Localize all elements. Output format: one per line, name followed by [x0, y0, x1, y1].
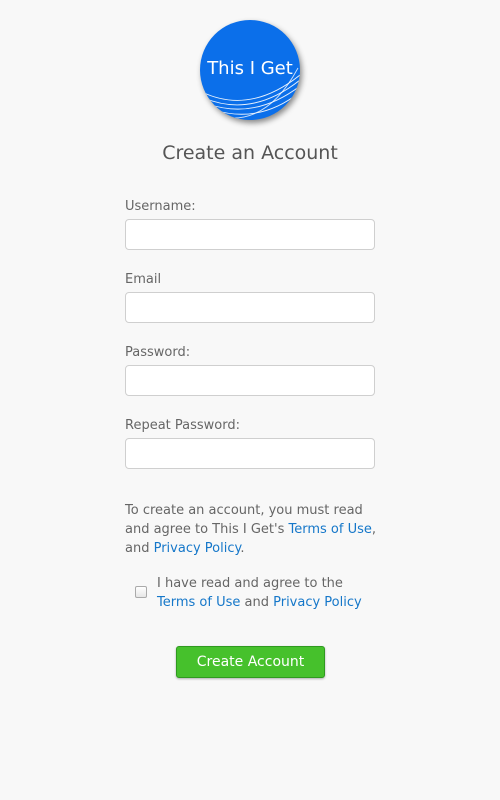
site-logo: This I Get: [200, 20, 300, 120]
password-label: Password:: [125, 345, 191, 360]
logo-text: This I Get: [207, 58, 293, 79]
notice-privacy-link[interactable]: Privacy Policy: [154, 541, 241, 556]
agreement-text-middle: and: [240, 595, 274, 610]
email-input[interactable]: [125, 292, 375, 323]
agreement-terms-link[interactable]: Terms of Use: [157, 595, 240, 610]
repeat-password-label: Repeat Password:: [125, 418, 240, 433]
agree-checkbox[interactable]: [135, 586, 147, 598]
agreement-text-before: I have read and agree to the: [157, 576, 343, 591]
repeat-password-input[interactable]: [125, 438, 375, 469]
agreement-text: I have read and agree to the Terms of Us…: [157, 574, 377, 612]
notice-terms-link[interactable]: Terms of Use: [289, 522, 372, 537]
signup-form: Username: Email Password: Repeat Passwor…: [125, 198, 375, 490]
agreement-privacy-link[interactable]: Privacy Policy: [273, 595, 362, 610]
password-input[interactable]: [125, 365, 375, 396]
email-label: Email: [125, 272, 162, 287]
username-input[interactable]: [125, 219, 375, 250]
page-title: Create an Account: [162, 142, 338, 164]
username-label: Username:: [125, 199, 196, 214]
notice-text-after: .: [240, 541, 245, 556]
create-account-button[interactable]: Create Account: [176, 646, 325, 678]
terms-notice: To create an account, you must read and …: [125, 501, 380, 558]
